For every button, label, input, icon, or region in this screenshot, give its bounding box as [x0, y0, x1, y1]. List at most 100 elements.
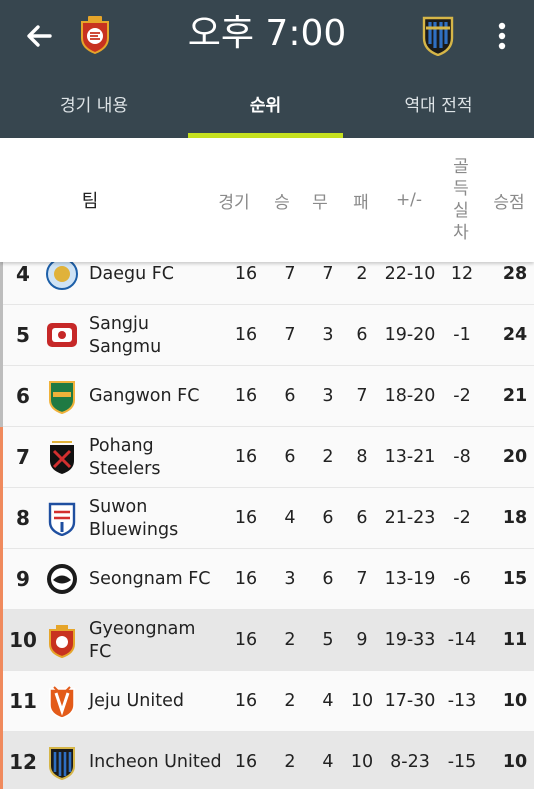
- standings-list[interactable]: 4 Daegu FC 16 7 7 2 22-10 12 28 5 Sangju Sangmu 16 7 3…: [0, 262, 534, 789]
- standings-row[interactable]: 10 Gyeongnam FC 16 2 5 9 19-33 -14 11: [0, 610, 534, 671]
- cell-win: 4: [284, 508, 296, 528]
- gyeongnam-fc-crest[interactable]: [78, 14, 112, 54]
- app-bar: 오후 7:00 경기 내용 순위 역대 전적: [0, 0, 534, 138]
- daegu-fc-crest: [46, 262, 78, 290]
- cell-loss: 6: [356, 508, 368, 528]
- team-name-line: Sangmu: [89, 336, 162, 357]
- team-name-line: Pohang: [89, 435, 154, 456]
- team-name-line: Incheon United: [89, 752, 222, 772]
- team-name-lines: Gyeongnam FC: [89, 618, 195, 664]
- cell-draw: 7: [322, 264, 334, 284]
- cell-goals: 22-10: [384, 264, 436, 284]
- header-goals: +/-: [395, 190, 423, 210]
- cell-loss: 7: [356, 386, 368, 406]
- cell-team-name: Seongnam FC: [89, 549, 225, 610]
- cell-win: 2: [284, 691, 296, 711]
- cell-goals: 19-33: [384, 630, 436, 650]
- cell-draw: 3: [322, 386, 334, 406]
- team-name-line: Jeju United: [89, 691, 184, 711]
- cell-team-name: Jeju United: [89, 671, 225, 732]
- cell-played: 16: [234, 630, 258, 650]
- cell-win: 3: [284, 569, 296, 589]
- arrow-left-icon[interactable]: [20, 16, 60, 56]
- standings-row[interactable]: 12 Incheon United 16 2 4 10 8-23 -15 10: [0, 732, 534, 789]
- cell-draw: 5: [322, 630, 334, 650]
- cell-loss: 9: [356, 630, 368, 650]
- team-name-line: Steelers: [89, 458, 161, 479]
- cell-loss: 7: [356, 569, 368, 589]
- cell-goal-difference: -2: [453, 386, 471, 406]
- header-gd-char: 차: [453, 223, 469, 243]
- header-gd-char: 득: [453, 179, 469, 199]
- header-played: 경기: [218, 192, 250, 213]
- cell-points: 28: [502, 264, 528, 284]
- cell-rank: 12: [9, 750, 37, 774]
- header-draw: 무: [312, 192, 328, 213]
- cell-win: 6: [284, 386, 296, 406]
- cell-rank: 7: [16, 445, 30, 469]
- tab-head-to-head[interactable]: 역대 전적: [343, 78, 534, 138]
- cell-rank: 6: [16, 384, 30, 408]
- cell-rank: 11: [9, 689, 37, 713]
- cell-draw: 6: [322, 508, 334, 528]
- cell-rank: 9: [16, 567, 30, 591]
- cell-goal-difference: -14: [447, 630, 477, 650]
- incheon-united-crest: [49, 747, 75, 780]
- gyeongnam-fc-crest: [49, 625, 75, 658]
- cell-played: 16: [234, 691, 258, 711]
- cell-played: 16: [234, 386, 258, 406]
- header-loss: 패: [353, 192, 369, 213]
- cell-rank: 5: [16, 323, 30, 347]
- more-vertical-icon[interactable]: [488, 16, 516, 56]
- tab-standings[interactable]: 순위: [188, 78, 343, 138]
- team-name-lines: Seongnam FC: [89, 568, 211, 591]
- cell-played: 16: [234, 264, 258, 284]
- cell-team-name: Gyeongnam FC: [89, 610, 225, 671]
- standings-row[interactable]: 5 Sangju Sangmu 16 7 3 6 19-20 -1 24: [0, 305, 534, 366]
- cell-loss: 10: [350, 691, 374, 711]
- standings-row[interactable]: 8 Suwon Bluewings 16 4 6 6 21-23 -2 18: [0, 488, 534, 549]
- gangwon-fc-crest: [49, 381, 75, 414]
- seongnam-fc-crest: [47, 564, 77, 594]
- cell-goal-difference: -13: [447, 691, 477, 711]
- cell-points: 20: [502, 447, 528, 467]
- standings-row[interactable]: 4 Daegu FC 16 7 7 2 22-10 12 28: [0, 262, 534, 305]
- standings-row[interactable]: 9 Seongnam FC 16 3 6 7 13-19 -6 15: [0, 549, 534, 610]
- cell-goal-difference: -1: [453, 325, 471, 345]
- cell-draw: 6: [322, 569, 334, 589]
- cell-points: 10: [502, 752, 528, 772]
- cell-team-name: Gangwon FC: [89, 366, 225, 427]
- standings-row[interactable]: 7 Pohang Steelers 16 6 2 8 13-21 -8 20: [0, 427, 534, 488]
- cell-goals: 13-21: [384, 447, 436, 467]
- tab-match-info[interactable]: 경기 내용: [0, 78, 188, 138]
- sangju-sangmu-crest: [47, 323, 77, 347]
- team-name-lines: Sangju Sangmu: [89, 313, 161, 359]
- cell-goals: 17-30: [384, 691, 436, 711]
- team-name-line: Sangju: [89, 313, 149, 334]
- header-gd-char: 골: [453, 157, 469, 177]
- standings-row[interactable]: 11 Jeju United 16 2 4 10 17-30 -13 10: [0, 671, 534, 732]
- cell-points: 10: [502, 691, 528, 711]
- team-name-line: Daegu FC: [89, 264, 175, 284]
- team-name-lines: Daegu FC: [89, 263, 174, 286]
- suwon-bluewings-crest: [48, 502, 76, 536]
- standings-row[interactable]: 6 Gangwon FC 16 6 3 7 18-20 -2 21: [0, 366, 534, 427]
- cell-goal-difference: -8: [453, 447, 471, 467]
- cell-team-name: Sangju Sangmu: [89, 305, 225, 366]
- cell-team-name: Daegu FC: [89, 262, 225, 305]
- incheon-united-crest[interactable]: [420, 14, 456, 56]
- tab-bar: 경기 내용 순위 역대 전적: [0, 78, 534, 138]
- cell-win: 2: [284, 630, 296, 650]
- cell-rank: 10: [9, 628, 37, 652]
- header-goal-difference: 골 득 실 차: [444, 138, 478, 262]
- match-header: 오후 7:00: [0, 0, 534, 72]
- cell-team-name: Incheon United: [89, 732, 225, 789]
- cell-loss: 2: [356, 264, 368, 284]
- cell-goal-difference: -2: [453, 508, 471, 528]
- cell-rank: 8: [16, 506, 30, 530]
- cell-goal-difference: -15: [447, 752, 477, 772]
- cell-points: 15: [502, 569, 528, 589]
- team-name-line: Gangwon FC: [89, 386, 200, 406]
- cell-played: 16: [234, 447, 258, 467]
- cell-points: 11: [502, 630, 528, 650]
